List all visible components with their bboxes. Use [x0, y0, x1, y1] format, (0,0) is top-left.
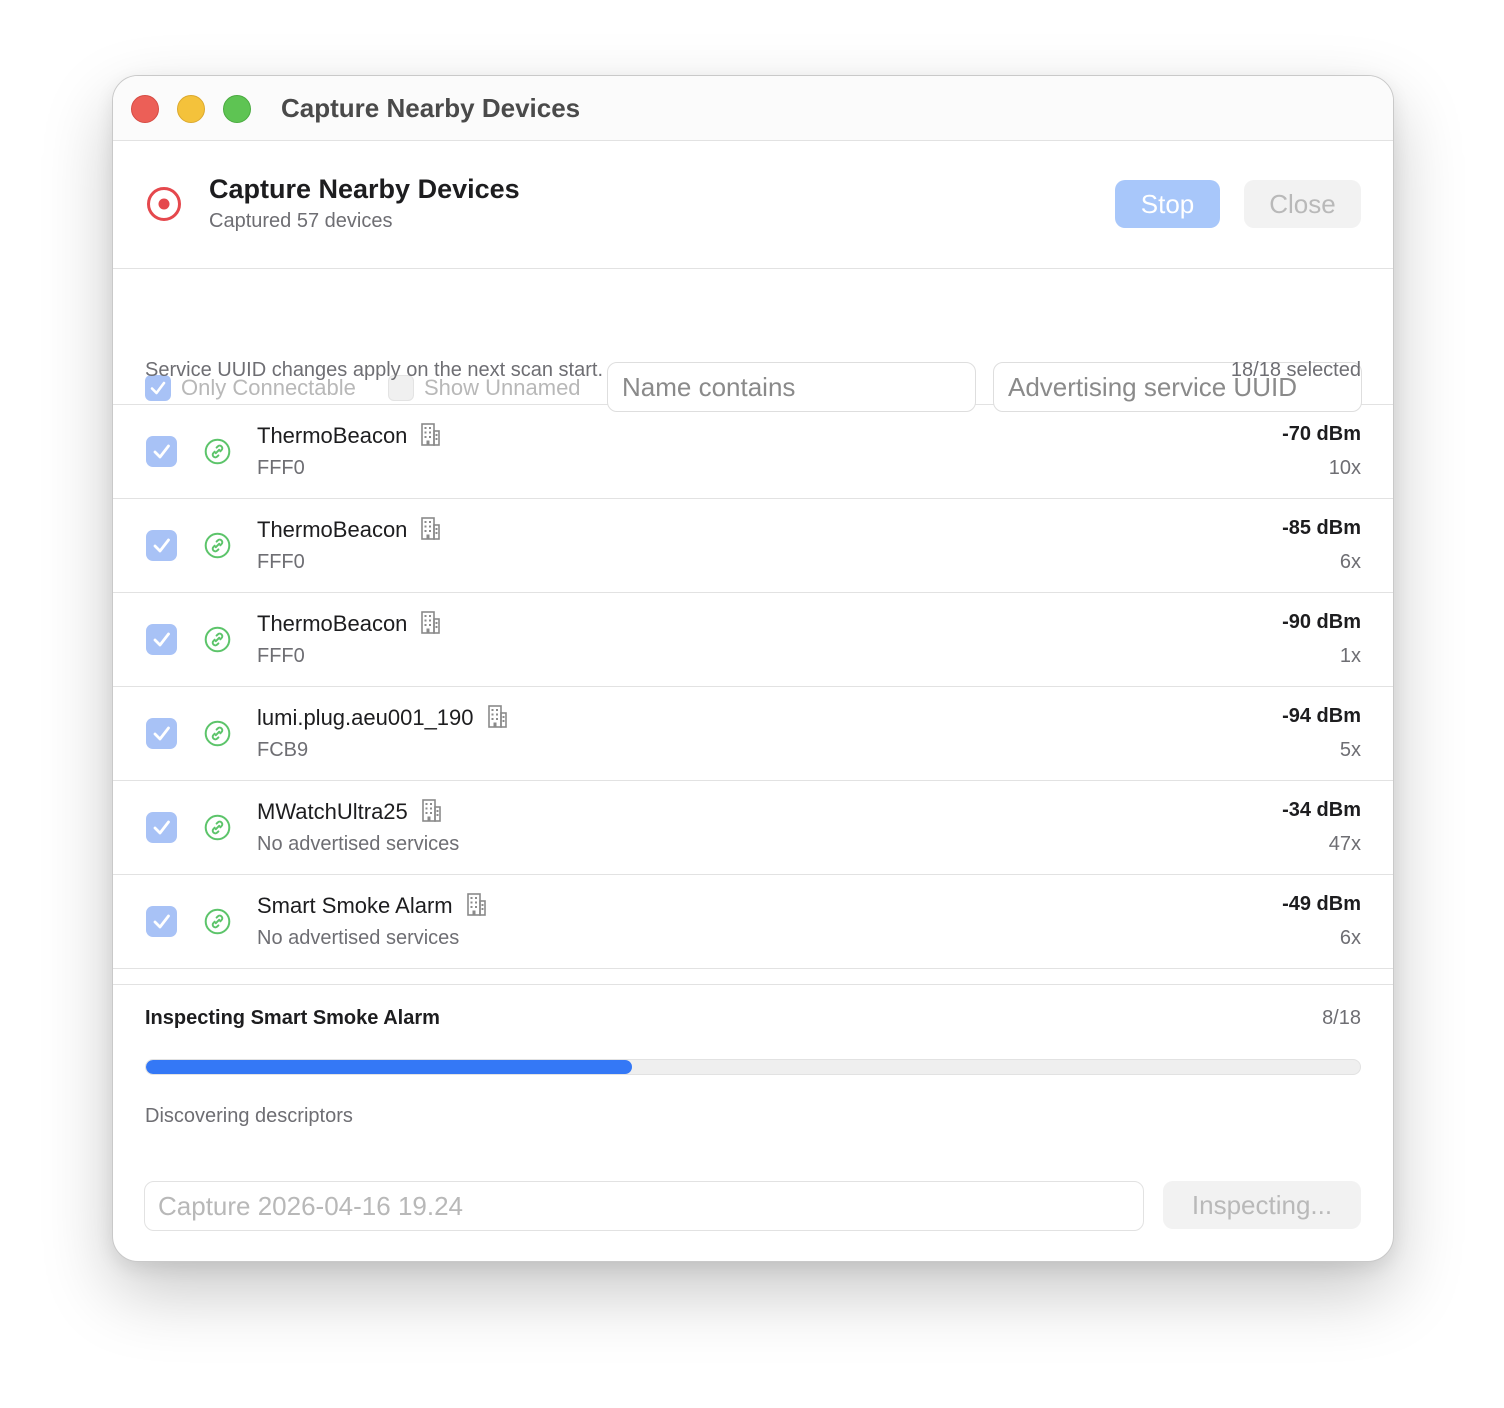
checkmark-icon [153, 538, 170, 553]
inspection-title: Inspecting Smart Smoke Alarm [145, 1007, 440, 1029]
device-seen-count: 1x [1339, 645, 1361, 667]
device-name: ThermoBeacon [257, 517, 408, 542]
captured-count: Captured 57 devices [209, 210, 393, 232]
title-bar: Capture Nearby Devices [113, 76, 1393, 141]
stop-button[interactable]: Stop [1115, 180, 1220, 228]
device-seen-count: 10x [1328, 457, 1361, 479]
device-rssi: -90 dBm [1282, 611, 1361, 633]
device-name: MWatchUltra25 [257, 799, 408, 824]
device-select-checkbox[interactable] [146, 436, 177, 467]
device-list: ThermoBeacon FFF0 -70 dBm 10x ThermoBeacon FF… [113, 405, 1393, 985]
inspection-status: Discovering descriptors [145, 1105, 353, 1127]
building-icon [466, 893, 486, 916]
page-title: Capture Nearby Devices [209, 174, 520, 204]
device-seen-count: 47x [1328, 833, 1361, 855]
checkmark-icon [153, 444, 170, 459]
window-close-button[interactable] [131, 95, 159, 123]
building-icon [421, 799, 441, 822]
device-select-checkbox[interactable] [146, 530, 177, 561]
device-name-line: ThermoBeacon [257, 611, 441, 637]
record-icon [147, 187, 181, 221]
connectable-link-icon [204, 626, 231, 653]
close-button[interactable]: Close [1244, 180, 1361, 228]
device-select-checkbox[interactable] [146, 812, 177, 843]
device-row[interactable]: ThermoBeacon FFF0 -90 dBm 1x [113, 593, 1393, 687]
checkmark-icon [153, 820, 170, 835]
device-select-checkbox[interactable] [146, 718, 177, 749]
device-name: ThermoBeacon [257, 423, 408, 448]
device-services: FFF0 [257, 645, 305, 667]
device-services: FFF0 [257, 457, 305, 479]
building-icon [421, 517, 441, 540]
device-seen-count: 6x [1339, 927, 1361, 949]
device-select-checkbox[interactable] [146, 624, 177, 655]
device-rssi: -85 dBm [1282, 517, 1361, 539]
checkmark-icon [153, 632, 170, 647]
device-name: Smart Smoke Alarm [257, 893, 453, 918]
device-row[interactable]: lumi.plug.aeu001_190 FCB9 -94 dBm 5x [113, 687, 1393, 781]
device-name-line: ThermoBeacon [257, 517, 441, 543]
building-icon [421, 611, 441, 634]
building-icon [421, 423, 441, 446]
inspection-progress-bar [145, 1059, 1361, 1075]
connectable-link-icon [204, 532, 231, 559]
device-name-line: lumi.plug.aeu001_190 [257, 705, 507, 731]
checkmark-icon [153, 726, 170, 741]
inspection-panel: Inspecting Smart Smoke Alarm 8/18 Discov… [113, 984, 1393, 1261]
connectable-link-icon [204, 908, 231, 935]
connectable-link-icon [204, 438, 231, 465]
device-seen-count: 5x [1339, 739, 1361, 761]
window-title: Capture Nearby Devices [281, 93, 581, 123]
device-row[interactable]: MWatchUltra25 No advertised services -34 d… [113, 781, 1393, 875]
device-seen-count: 6x [1339, 551, 1361, 573]
window-minimize-button[interactable] [177, 95, 205, 123]
device-name: lumi.plug.aeu001_190 [257, 705, 474, 730]
building-icon [487, 705, 507, 728]
device-name-line: Smart Smoke Alarm [257, 893, 486, 919]
device-services: FFF0 [257, 551, 305, 573]
progress-fill [146, 1060, 632, 1074]
device-rssi: -49 dBm [1282, 893, 1361, 915]
device-services: No advertised services [257, 833, 460, 855]
checkmark-icon [153, 914, 170, 929]
connectable-link-icon [204, 720, 231, 747]
device-services: FCB9 [257, 739, 309, 761]
inspection-count: 8/18 [1322, 1007, 1361, 1029]
filter-hint: Service UUID changes apply on the next s… [145, 359, 604, 381]
device-name: ThermoBeacon [257, 611, 408, 636]
capture-name-input[interactable]: Capture 2026-04-16 19.24 [144, 1181, 1144, 1231]
capture-header: Capture Nearby Devices Captured 57 devic… [113, 140, 1393, 269]
capture-window: Capture Nearby Devices Capture Nearby De… [112, 75, 1394, 1262]
selected-count: 18/18 selected [1230, 359, 1361, 381]
device-services: No advertised services [257, 927, 460, 949]
device-row[interactable]: ThermoBeacon FFF0 -70 dBm 10x [113, 405, 1393, 499]
device-row[interactable]: ThermoBeacon FFF0 -85 dBm 6x [113, 499, 1393, 593]
connectable-link-icon [204, 814, 231, 841]
device-select-checkbox[interactable] [146, 906, 177, 937]
device-name-line: ThermoBeacon [257, 423, 441, 449]
device-row[interactable]: Smart Smoke Alarm No advertised services -… [113, 875, 1393, 969]
filter-bar: Only Connectable Show Unnamed Name conta… [113, 269, 1393, 412]
device-rssi: -94 dBm [1282, 705, 1361, 727]
window-maximize-button[interactable] [223, 95, 251, 123]
device-rssi: -34 dBm [1282, 799, 1361, 821]
device-rssi: -70 dBm [1282, 423, 1361, 445]
inspecting-button[interactable]: Inspecting... [1163, 1181, 1361, 1229]
device-name-line: MWatchUltra25 [257, 799, 441, 825]
